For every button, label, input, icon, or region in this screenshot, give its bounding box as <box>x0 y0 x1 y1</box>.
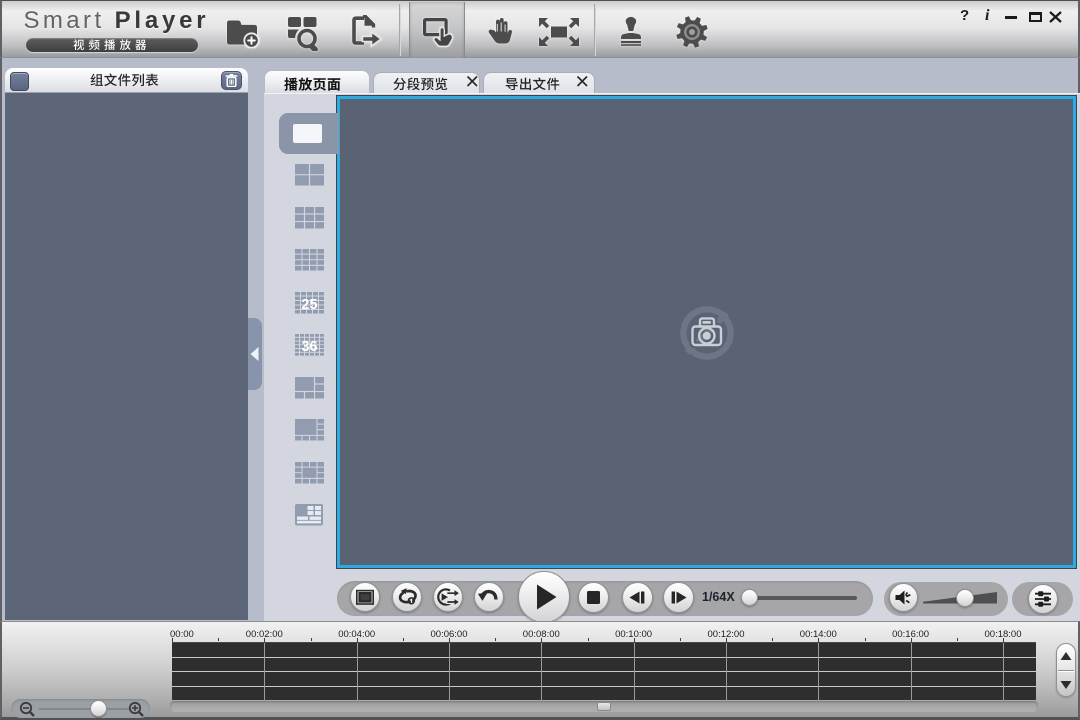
svg-text:25: 25 <box>301 297 317 313</box>
svg-text:36: 36 <box>301 339 317 355</box>
